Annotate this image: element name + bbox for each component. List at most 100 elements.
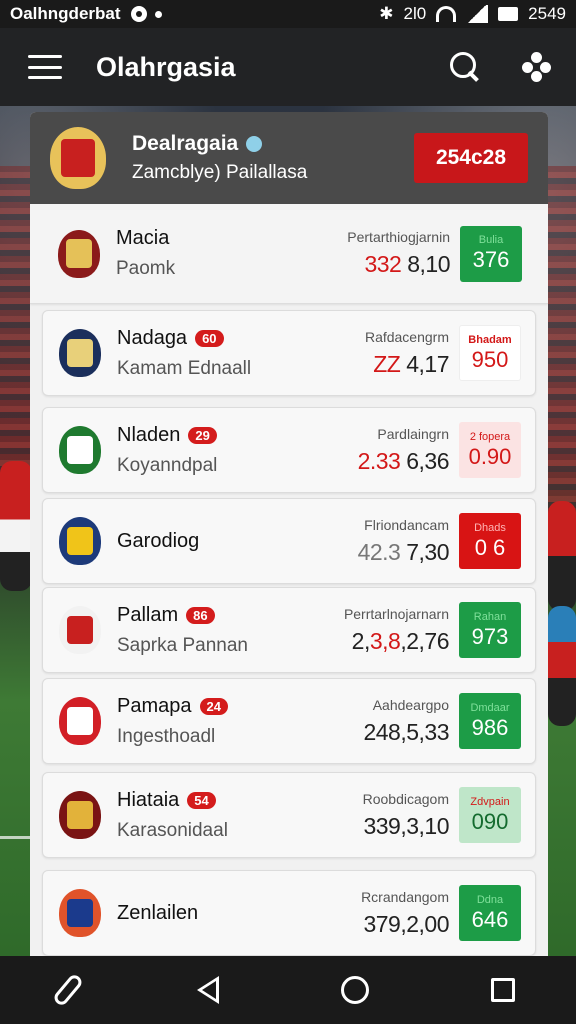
player-left — [0, 461, 32, 591]
team-names: Pamapa 24 Ingesthoadl — [117, 695, 228, 748]
system-nav-bar — [0, 956, 576, 1024]
team-subtitle: Paomk — [116, 258, 176, 279]
team-row[interactable]: Hiataia 54 Karasonidaal Roobdicagom 339,3,10… — [42, 772, 536, 858]
team-name: Nladen — [117, 423, 181, 446]
team-row[interactable]: Pallam 86 Saprka Pannan Perrtarlnojarnarn 2,… — [42, 587, 536, 673]
team-row[interactable]: Pamapa 24 Ingesthoadl Aahdeargpo 248,5,33 Dmd… — [42, 678, 536, 764]
odds-value: 0.90 — [468, 443, 512, 469]
odds-value: 973 — [471, 623, 509, 649]
player-right-1 — [548, 501, 576, 611]
odds-value: 090 — [471, 808, 509, 834]
stats-value-part: 332 — [364, 251, 402, 277]
header-title-row: Dealragaia — [132, 132, 307, 156]
stats-value-part: 6,36 — [400, 447, 449, 474]
team-stats: Pertarthiogjarnin 332 8,10 — [347, 229, 450, 278]
team-row[interactable]: Zenlailen Rcrandangom 379,2,00 Ddna 646 — [42, 870, 536, 956]
odds-label: Bulia — [478, 234, 504, 246]
team-name: Zenlailen — [117, 901, 199, 924]
network-label: 2l0 — [403, 4, 427, 23]
team-name: Hiataia — [117, 788, 180, 811]
odds-box[interactable]: Rahan 973 — [459, 602, 521, 658]
stats-label: Perrtarlnojarnarn — [343, 605, 449, 622]
team-crest-icon — [50, 127, 106, 189]
menu-icon[interactable] — [28, 55, 62, 79]
team-name-row: Pallam 86 — [117, 604, 248, 627]
app-bar: Olahrgasia — [0, 28, 576, 106]
stats-value-part: ZZ — [373, 350, 401, 377]
team-name-row: Macia — [116, 227, 175, 250]
header-score-badge[interactable]: 254c28 — [414, 133, 528, 183]
player-right-2 — [548, 606, 576, 726]
team-crest-icon — [59, 791, 101, 839]
team-name-row: Pamapa 24 — [117, 695, 228, 718]
odds-box[interactable]: Dmdaar 986 — [459, 693, 521, 749]
team-names: Garodiog — [117, 530, 199, 553]
team-badge: 60 — [195, 329, 224, 347]
battery-icon — [498, 7, 519, 21]
standings-panel: Dealragaia Zamcblye) Pailallasa 254c28 M… — [30, 112, 548, 957]
team-badge: 29 — [188, 426, 217, 444]
app-title: Olahrgasia — [96, 51, 236, 82]
search-icon[interactable] — [448, 50, 482, 84]
team-row[interactable]: Garodiog Flriondancam 42.3 7,30 Dhads 0 6 — [42, 498, 536, 584]
odds-label: Ddna — [476, 893, 504, 906]
stats-value-part: 3,8 — [369, 627, 401, 654]
odds-value: 986 — [471, 714, 509, 740]
match-header[interactable]: Dealragaia Zamcblye) Pailallasa 254c28 — [30, 112, 548, 204]
team-crest-icon — [59, 889, 101, 937]
stats-values: 42.3 7,30 — [358, 539, 450, 566]
team-subtitle: Koyanndpal — [117, 454, 218, 476]
team-names: Hiataia 54 Karasonidaal — [117, 789, 228, 842]
odds-label: Bhadam — [468, 333, 512, 346]
odds-box[interactable]: Ddna 646 — [459, 885, 521, 941]
settings-icon[interactable] — [522, 52, 552, 82]
stats-value-part: 2, — [351, 627, 371, 654]
team-crest-icon — [59, 426, 101, 474]
odds-value: 646 — [471, 906, 509, 932]
team-name: Macia — [116, 227, 170, 249]
team-stats: Flriondancam 42.3 7,30 — [358, 517, 450, 566]
odds-label: Dhads — [474, 521, 506, 534]
team-subtitle: Kamam Ednaall — [117, 357, 252, 379]
stats-value-part: ,2,76 — [400, 627, 449, 654]
back-icon[interactable] — [197, 976, 219, 1004]
team-stats: Perrtarlnojarnarn 2,3,8,2,76 — [343, 605, 450, 655]
odds-box[interactable]: 2 fopera 0.90 — [459, 422, 521, 478]
team-stats: Aahdeargpo 248,5,33 — [363, 697, 449, 746]
odds-box[interactable]: Zdvpain 090 — [459, 787, 521, 843]
odds-value: 950 — [471, 346, 509, 372]
paperclip-icon[interactable] — [51, 972, 85, 1008]
team-name: Pamapa — [117, 694, 192, 717]
stats-value-part: 248,5,33 — [363, 718, 449, 745]
team-row[interactable]: Nadaga 60 Kamam Ednaall Rafdacengrm ZZ 4,17 B… — [42, 310, 536, 396]
carrier-label: Oalhngderbat — [10, 4, 121, 23]
team-stats: Rafdacengrm ZZ 4,17 — [365, 329, 450, 378]
team-names: Macia Paomk — [116, 227, 175, 280]
stats-values: ZZ 4,17 — [365, 351, 449, 378]
status-right: ✱ 2l0 2549 — [379, 4, 566, 24]
odds-box[interactable]: Bhadam 950 — [459, 325, 521, 381]
header-info: Dealragaia Zamcblye) Pailallasa — [132, 132, 307, 184]
team-name: Garodiog — [117, 529, 200, 552]
odds-box[interactable]: Dhads 0 6 — [459, 513, 521, 569]
stats-values: 2.33 6,36 — [358, 447, 450, 475]
team-crest-icon — [59, 329, 101, 377]
stats-value-part: 379,2,00 — [363, 910, 449, 937]
team-row[interactable]: Nladen 29 Koyanndpal Pardlaingrn 2.33 6,36 2 … — [42, 407, 536, 493]
stats-values: 332 8,10 — [347, 251, 450, 278]
team-name: Nadaga — [117, 326, 188, 349]
clock: 2549 — [528, 4, 566, 23]
signal-icon — [466, 5, 489, 23]
home-icon[interactable] — [341, 976, 369, 1004]
team-stats: Pardlaingrn 2.33 6,36 — [358, 426, 450, 475]
odds-label: Dmdaar — [470, 701, 510, 714]
recents-icon[interactable] — [491, 978, 515, 1002]
team-name-row: Hiataia 54 — [117, 789, 228, 812]
stats-label: Aahdeargpo — [372, 696, 449, 713]
notification-icon — [130, 6, 147, 22]
stats-values: 248,5,33 — [363, 719, 449, 746]
stats-values: 2,3,8,2,76 — [344, 627, 450, 655]
team-row[interactable]: Macia Paomk Pertarthiogjarnin 332 8,10 Bulia… — [30, 204, 548, 304]
odds-box[interactable]: Bulia 376 — [460, 225, 522, 282]
stats-label: Pertarthiogjarnin — [347, 229, 450, 245]
